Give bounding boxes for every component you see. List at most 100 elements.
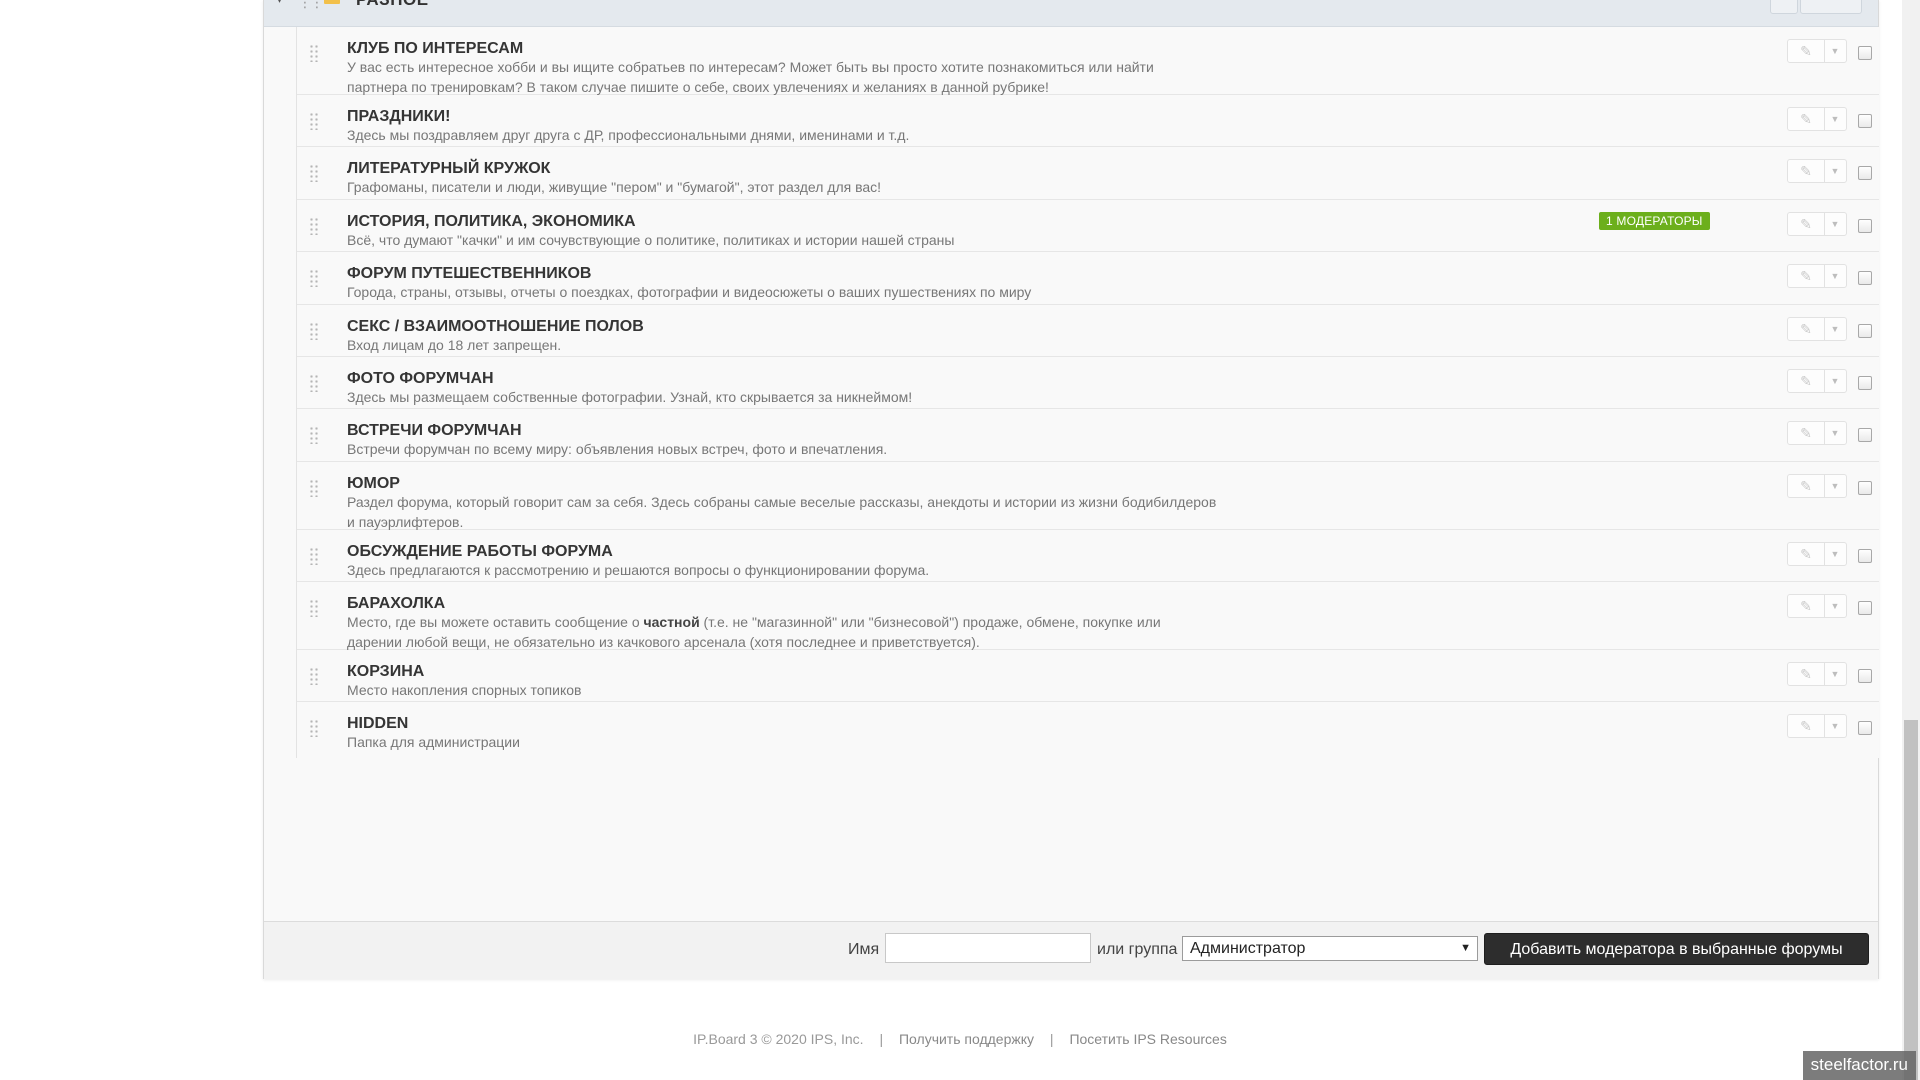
forum-select-checkbox[interactable]	[1858, 549, 1872, 563]
forum-name[interactable]: КОРЗИНА	[347, 663, 424, 681]
caret-down-icon[interactable]: ▼	[1824, 715, 1846, 737]
forum-name[interactable]: ЮМОР	[347, 475, 400, 493]
pencil-icon[interactable]: ✎	[1788, 265, 1825, 287]
forum-name[interactable]: БАРАХОЛКА	[347, 595, 445, 613]
drag-handle-icon[interactable]	[309, 374, 319, 392]
pencil-icon[interactable]: ✎	[1788, 40, 1825, 62]
forum-select-checkbox[interactable]	[1858, 166, 1872, 180]
caret-down-icon[interactable]: ▼	[1824, 40, 1846, 62]
forum-edit-control[interactable]: ✎ ▼	[1787, 317, 1847, 341]
pencil-icon[interactable]: ✎	[1788, 108, 1825, 130]
folder-icon	[324, 0, 340, 4]
forum-name[interactable]: ВСТРЕЧИ ФОРУМЧАН	[347, 422, 522, 440]
watermark: steelfactor.ru	[1802, 1051, 1916, 1080]
drag-handle-icon[interactable]	[309, 667, 319, 685]
forum-select-checkbox[interactable]	[1858, 271, 1872, 285]
drag-handle-icon[interactable]	[309, 217, 319, 235]
forum-select-checkbox[interactable]	[1858, 481, 1872, 495]
forum-edit-control[interactable]: ✎ ▼	[1787, 662, 1847, 686]
forum-select-checkbox[interactable]	[1858, 601, 1872, 615]
drag-handle-icon[interactable]	[309, 479, 319, 497]
forum-management-panel: ▾ ⋮⋮ РАЗНОЕ КЛУБ ПО ИНТЕРЕСАМ У вас есть…	[263, 0, 1879, 979]
caret-down-icon[interactable]: ▼	[1824, 595, 1846, 617]
forum-description: Папка для администрации	[347, 734, 520, 750]
forum-edit-control[interactable]: ✎ ▼	[1787, 369, 1847, 393]
collapse-toggle-icon[interactable]: ▾	[276, 0, 283, 7]
add-moderator-button[interactable]: Добавить модератора в выбранные форумы	[1484, 933, 1869, 965]
forum-name[interactable]: ФОРУМ ПУТЕШЕСТВЕННИКОВ	[347, 265, 591, 283]
forum-edit-control[interactable]: ✎ ▼	[1787, 714, 1847, 738]
forum-edit-control[interactable]: ✎ ▼	[1787, 264, 1847, 288]
caret-down-icon[interactable]: ▼	[1824, 160, 1846, 182]
forum-edit-control[interactable]: ✎ ▼	[1787, 212, 1847, 236]
forum-name[interactable]: КЛУБ ПО ИНТЕРЕСАМ	[347, 40, 523, 58]
drag-handle-icon[interactable]	[309, 164, 319, 182]
forum-name[interactable]: ФОТО ФОРУМЧАН	[347, 370, 494, 388]
forum-name[interactable]: ОБСУЖДЕНИЕ РАБОТЫ ФОРУМА	[347, 543, 613, 561]
drag-handle-icon[interactable]	[309, 599, 319, 617]
forum-select-checkbox[interactable]	[1858, 376, 1872, 390]
category-drag-handle-icon[interactable]: ⋮⋮	[298, 0, 324, 11]
pencil-icon[interactable]: ✎	[1788, 475, 1825, 497]
forum-edit-control[interactable]: ✎ ▼	[1787, 107, 1847, 131]
forum-row: ФОРУМ ПУТЕШЕСТВЕННИКОВ Города, страны, о…	[297, 252, 1879, 305]
forum-name[interactable]: HIDDEN	[347, 715, 408, 733]
group-select[interactable]: Администратор ▼	[1182, 936, 1478, 961]
moderators-badge[interactable]: 1 МОДЕРАТОРЫ	[1599, 212, 1710, 230]
drag-handle-icon[interactable]	[309, 719, 319, 737]
moderator-name-input[interactable]	[885, 933, 1091, 963]
forum-name[interactable]: ЛИТЕРАТУРНЫЙ КРУЖОК	[347, 160, 550, 178]
caret-down-icon[interactable]: ▼	[1824, 663, 1846, 685]
drag-handle-icon[interactable]	[309, 44, 319, 62]
forum-name[interactable]: ПРАЗДНИКИ!	[347, 108, 450, 126]
forum-select-checkbox[interactable]	[1858, 219, 1872, 233]
pencil-icon[interactable]: ✎	[1788, 663, 1825, 685]
vertical-scrollbar[interactable]	[1902, 0, 1920, 1080]
pencil-icon[interactable]: ✎	[1788, 543, 1825, 565]
caret-down-icon[interactable]: ▼	[1824, 265, 1846, 287]
caret-down-icon[interactable]: ▼	[1824, 108, 1846, 130]
pencil-icon[interactable]: ✎	[1788, 715, 1825, 737]
forum-row: КОРЗИНА Место накопления спорных топиков…	[297, 650, 1879, 702]
drag-handle-icon[interactable]	[309, 112, 319, 130]
resources-link[interactable]: Посетить IPS Resources	[1069, 1031, 1226, 1047]
pencil-icon[interactable]: ✎	[1788, 370, 1825, 392]
add-moderator-bar: Имя или группа Администратор ▼ Добавить …	[264, 921, 1878, 979]
pencil-icon[interactable]: ✎	[1788, 213, 1825, 235]
forum-row: БАРАХОЛКА Место, где вы можете оставить …	[297, 582, 1879, 650]
scrollbar-thumb[interactable]	[1904, 720, 1918, 1080]
caret-down-icon[interactable]: ▼	[1824, 543, 1846, 565]
forum-name[interactable]: ИСТОРИЯ, ПОЛИТИКА, ЭКОНОМИКА	[347, 213, 636, 231]
drag-handle-icon[interactable]	[309, 269, 319, 287]
forum-name[interactable]: СЕКС / ВЗАИМООТНОШЕНИЕ ПОЛОВ	[347, 318, 644, 336]
caret-down-icon[interactable]: ▼	[1824, 422, 1846, 444]
support-link[interactable]: Получить поддержку	[899, 1031, 1034, 1047]
caret-down-icon[interactable]: ▼	[1824, 475, 1846, 497]
pencil-icon[interactable]: ✎	[1788, 160, 1825, 182]
forum-select-checkbox[interactable]	[1858, 721, 1872, 735]
pencil-icon[interactable]: ✎	[1788, 318, 1825, 340]
forum-row: ВСТРЕЧИ ФОРУМЧАН Встречи форумчан по все…	[297, 409, 1879, 462]
forum-select-checkbox[interactable]	[1858, 324, 1872, 338]
forum-description: Место, где вы можете оставить сообщение …	[347, 613, 1217, 652]
forum-edit-control[interactable]: ✎ ▼	[1787, 421, 1847, 445]
forum-select-checkbox[interactable]	[1858, 114, 1872, 128]
drag-handle-icon[interactable]	[309, 322, 319, 340]
caret-down-icon[interactable]: ▼	[1824, 213, 1846, 235]
forum-edit-control[interactable]: ✎ ▼	[1787, 474, 1847, 498]
category-settings-button[interactable]	[1770, 0, 1798, 14]
pencil-icon[interactable]: ✎	[1788, 422, 1825, 444]
pencil-icon[interactable]: ✎	[1788, 595, 1825, 617]
caret-down-icon[interactable]: ▼	[1824, 318, 1846, 340]
forum-edit-control[interactable]: ✎ ▼	[1787, 542, 1847, 566]
category-edit-button[interactable]	[1800, 0, 1862, 14]
drag-handle-icon[interactable]	[309, 426, 319, 444]
drag-handle-icon[interactable]	[309, 547, 319, 565]
forum-edit-control[interactable]: ✎ ▼	[1787, 159, 1847, 183]
forum-select-checkbox[interactable]	[1858, 669, 1872, 683]
forum-select-checkbox[interactable]	[1858, 46, 1872, 60]
forum-edit-control[interactable]: ✎ ▼	[1787, 594, 1847, 618]
caret-down-icon[interactable]: ▼	[1824, 370, 1846, 392]
forum-select-checkbox[interactable]	[1858, 428, 1872, 442]
forum-edit-control[interactable]: ✎ ▼	[1787, 39, 1847, 63]
